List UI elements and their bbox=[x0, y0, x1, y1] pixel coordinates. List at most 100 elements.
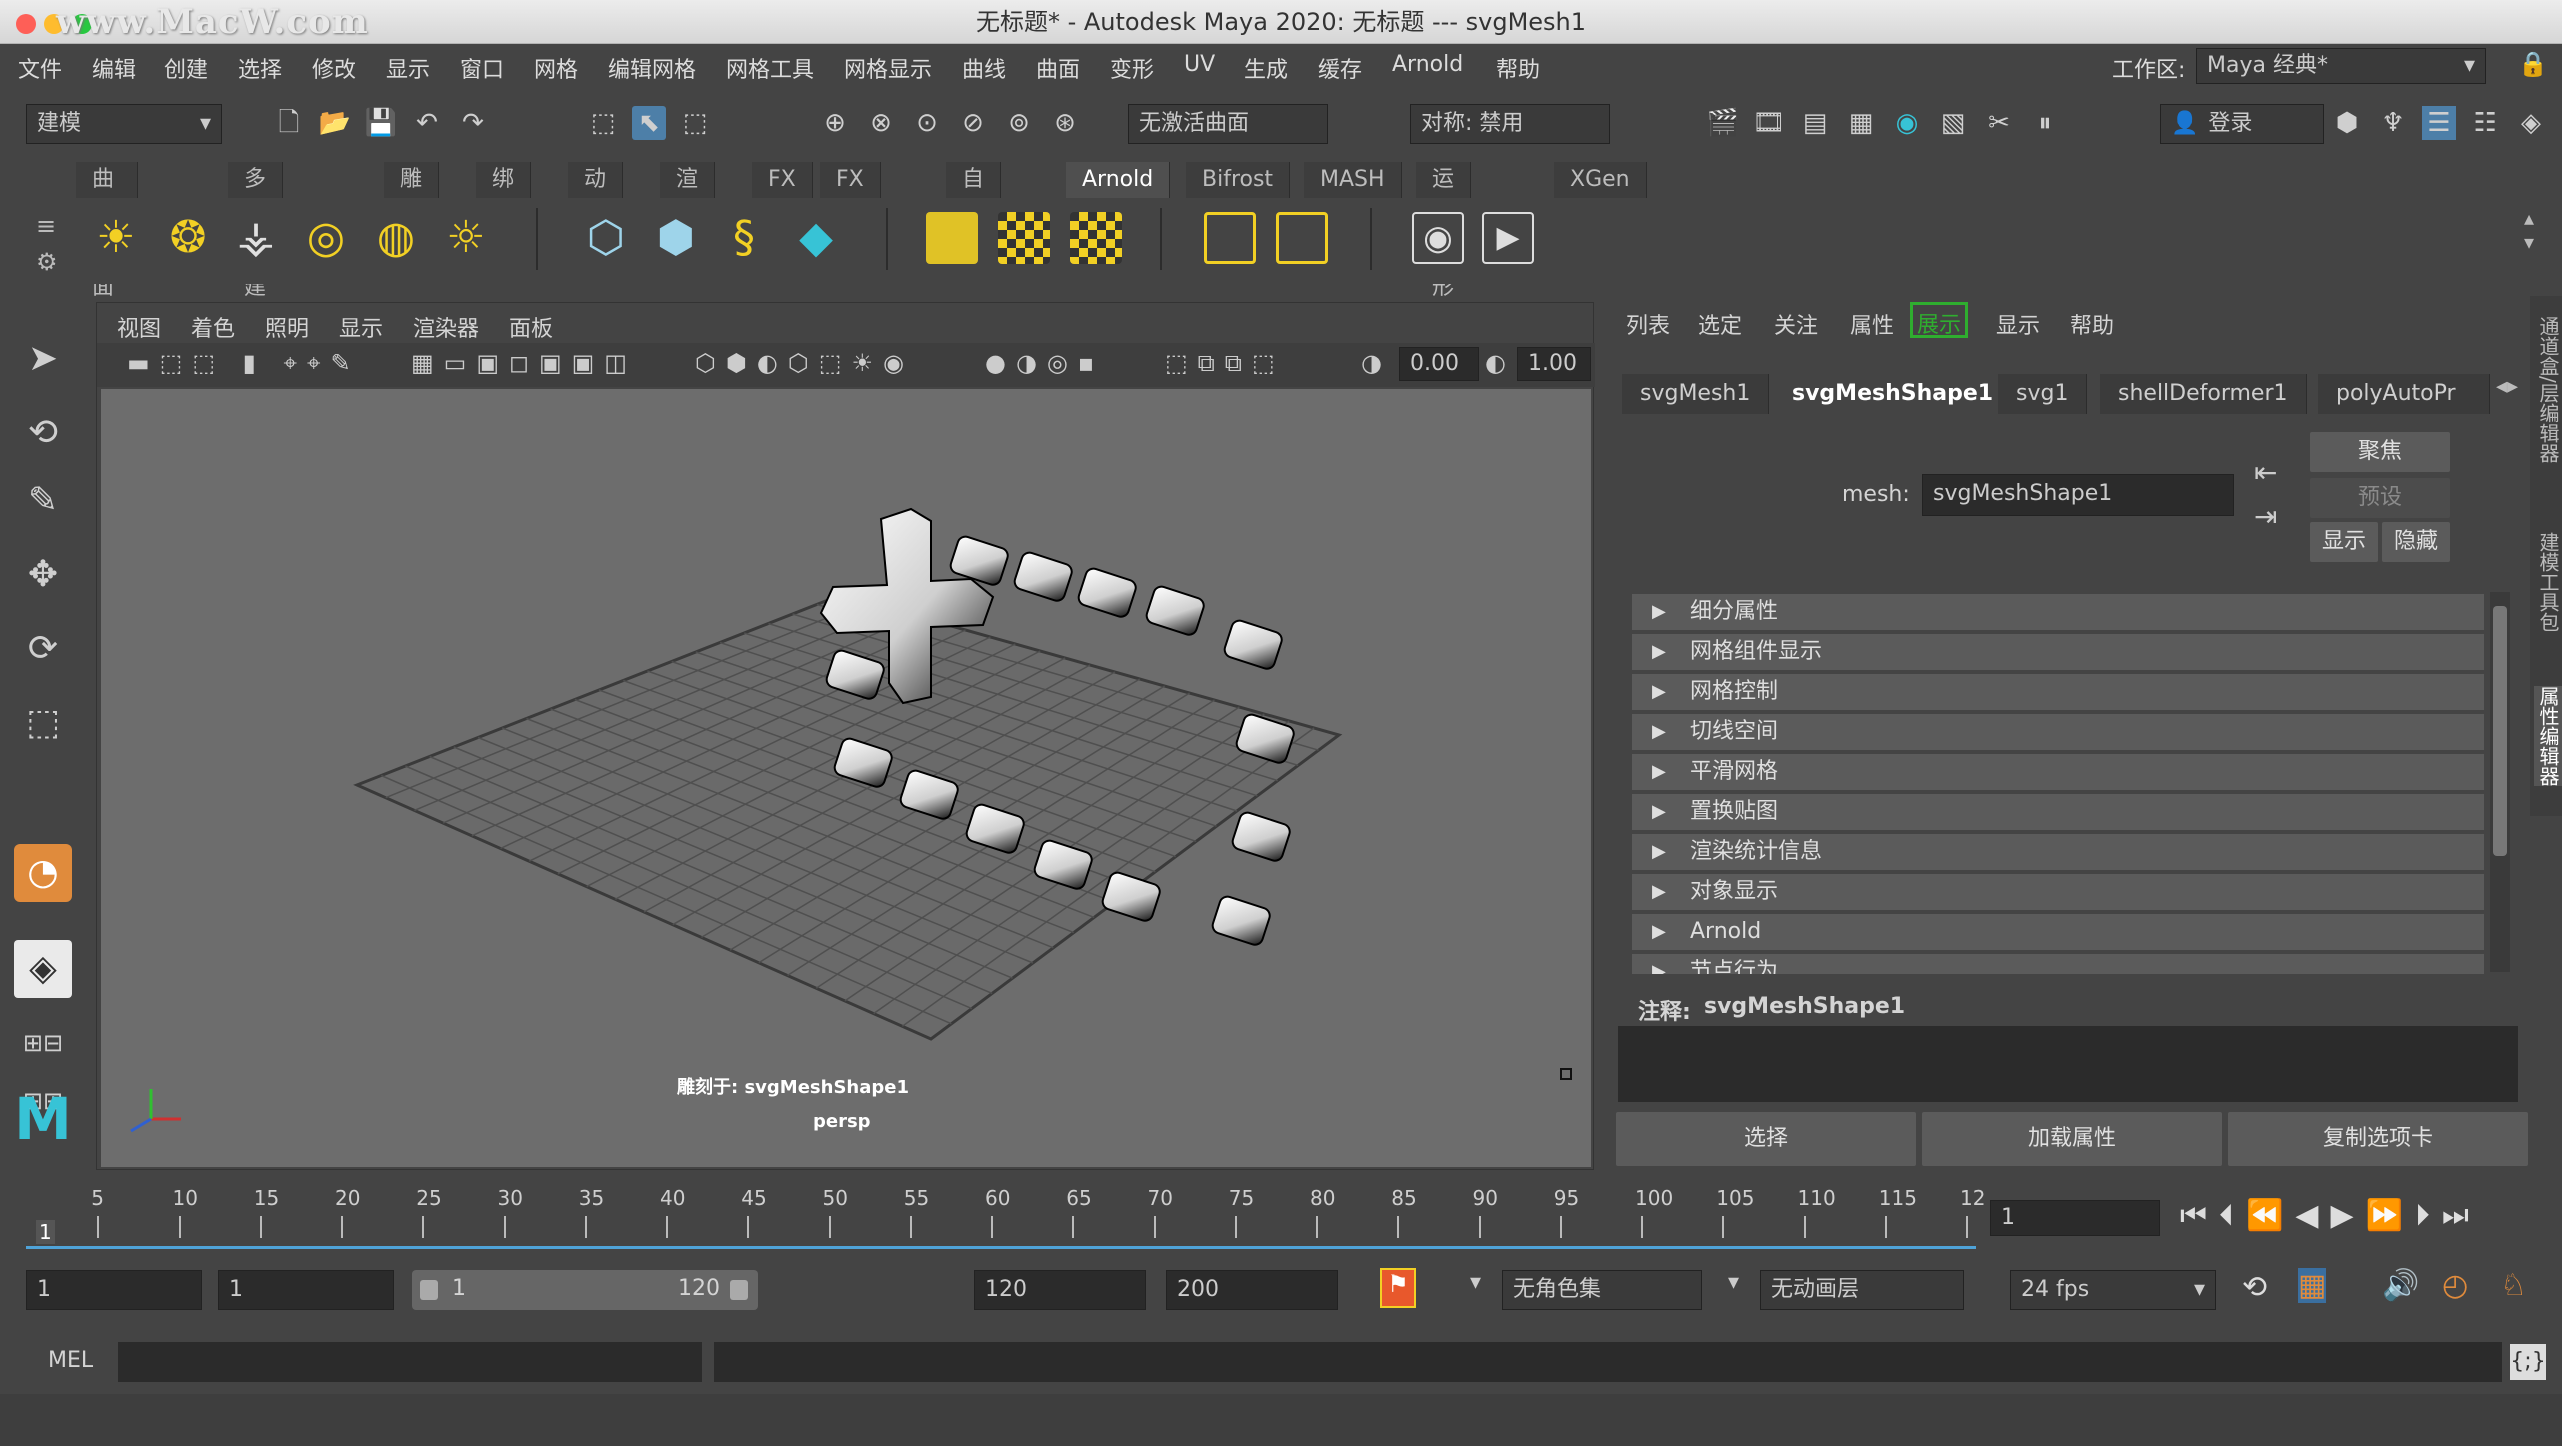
current-frame-marker[interactable]: 1 bbox=[36, 1220, 55, 1244]
shelf-tab-bifrost[interactable]: Bifrost bbox=[1186, 162, 1291, 198]
menu-mesh[interactable]: 网格 bbox=[534, 52, 578, 84]
render-settings-icon[interactable]: 🎬 bbox=[1706, 106, 1740, 140]
auto-key-icon[interactable]: ⚑ bbox=[1380, 1268, 1416, 1308]
shelf-tab-animation[interactable]: 动画 bbox=[568, 162, 624, 228]
close-window-button[interactable] bbox=[16, 14, 36, 34]
mesh-name-field[interactable]: svgMeshShape1 bbox=[1922, 474, 2234, 516]
range-handle-start[interactable] bbox=[420, 1280, 438, 1300]
new-scene-icon[interactable]: 🗋 bbox=[272, 106, 306, 140]
ae-tab-svg1[interactable]: svg1 bbox=[1998, 374, 2088, 414]
snap-curve-icon[interactable]: ⊗ bbox=[864, 106, 898, 140]
fps-select[interactable]: 24 fps ▾ bbox=[2010, 1270, 2216, 1310]
section-render-stats[interactable]: ▶ 渲染统计信息 bbox=[1632, 834, 2484, 870]
anim-layer-dropdown-icon[interactable]: ▾ bbox=[1728, 1270, 1739, 1295]
script-language-label[interactable]: MEL bbox=[48, 1348, 93, 1373]
shelf-tab-xgen[interactable]: XGen bbox=[1554, 162, 1647, 198]
pause-icon[interactable]: ⏸ bbox=[2028, 106, 2062, 140]
sound-icon[interactable]: 🔊 bbox=[2382, 1268, 2419, 1303]
ae-tab-svgmesh1[interactable]: svgMesh1 bbox=[1622, 374, 1770, 414]
channel-box-tab[interactable]: 通道盒/层编辑器 bbox=[2534, 316, 2562, 463]
snap-grid-icon[interactable]: ⊕ bbox=[818, 106, 852, 140]
vp-menu-panels[interactable]: 面板 bbox=[509, 311, 553, 343]
layout-grid-icon[interactable]: ⊞⊟ ⊞⊞ bbox=[14, 1014, 72, 1115]
loop-icon[interactable]: ⟲ bbox=[2242, 1270, 2267, 1305]
single-pane-layout-icon[interactable]: ◈ bbox=[14, 940, 72, 998]
vp-menu-view[interactable]: 视图 bbox=[117, 311, 161, 343]
range-handle-end[interactable] bbox=[730, 1280, 748, 1300]
workspace-select[interactable]: Maya 经典* ▾ bbox=[2196, 48, 2486, 84]
hypershade-icon[interactable]: ◉ bbox=[1890, 106, 1924, 140]
character-set-dropdown-icon[interactable]: ▾ bbox=[1470, 1270, 1481, 1295]
modeling-toolkit-tab[interactable]: 建模工具包 bbox=[2534, 532, 2562, 632]
select-hierarchy-icon[interactable]: ⬚ bbox=[586, 106, 620, 140]
menu-display[interactable]: 显示 bbox=[386, 52, 430, 84]
shelf-tab-arnold[interactable]: Arnold bbox=[1066, 162, 1171, 198]
step-back-icon[interactable]: ⏴ bbox=[2219, 1198, 2246, 1233]
section-subdivision[interactable]: ▶ 细分属性 bbox=[1632, 594, 2484, 630]
step-forward-icon[interactable]: ⏵ bbox=[2415, 1198, 2442, 1233]
render-sequence-icon[interactable]: ▧ bbox=[1936, 106, 1970, 140]
menu-arnold[interactable]: Arnold bbox=[1392, 52, 1463, 77]
gamma-field[interactable]: 1.00 bbox=[1517, 347, 1591, 381]
ae-menu-focus[interactable]: 关注 bbox=[1774, 308, 1818, 340]
channel-box-icon[interactable]: ◈ bbox=[2514, 106, 2548, 140]
prev-key-icon[interactable]: ⏪ bbox=[2246, 1198, 2295, 1233]
show-button[interactable]: 显示 bbox=[2310, 522, 2378, 562]
render-view-icon[interactable]: ▦ bbox=[1844, 106, 1878, 140]
paint-select-icon[interactable]: ✎ bbox=[14, 472, 72, 530]
shader-ball-icon[interactable] bbox=[1276, 212, 1328, 264]
command-input[interactable] bbox=[118, 1342, 702, 1382]
menu-window[interactable]: 窗口 bbox=[460, 52, 504, 84]
ae-tab-svgmeshshape1[interactable]: svgMeshShape1 bbox=[1774, 374, 2013, 414]
play-backward-icon[interactable]: ◀ bbox=[2295, 1198, 2330, 1233]
save-scene-icon[interactable]: 💾 bbox=[364, 106, 398, 140]
select-tool-icon[interactable]: ➤ bbox=[14, 330, 72, 388]
exposure-field[interactable]: 0.00 bbox=[1399, 347, 1479, 381]
undo-icon[interactable]: ↶ bbox=[410, 106, 444, 140]
render-view-shelf-icon[interactable] bbox=[926, 212, 978, 264]
ae-scroll-thumb[interactable] bbox=[2493, 606, 2507, 856]
shelf-gear-icon[interactable]: ⚙ bbox=[36, 248, 58, 276]
shelf-tab-motion-graphics[interactable]: 运动图形 bbox=[1416, 162, 1472, 300]
lasso-tool-icon[interactable]: ⟲ bbox=[14, 404, 72, 462]
select-button[interactable]: 选择 bbox=[1616, 1112, 1916, 1166]
section-component-display[interactable]: ▶ 网格组件显示 bbox=[1632, 634, 2484, 670]
select-object-icon[interactable]: ⬉ bbox=[632, 106, 666, 140]
character-set-field[interactable]: 无角色集 bbox=[1502, 1270, 1702, 1310]
menu-file[interactable]: 文件 bbox=[18, 52, 62, 84]
live-surface-field[interactable]: 无激活曲面 bbox=[1128, 104, 1328, 144]
menu-deform[interactable]: 变形 bbox=[1110, 52, 1154, 84]
rotate-tool-icon[interactable]: ⟳ bbox=[14, 620, 72, 678]
human-ik-icon[interactable]: ♆ bbox=[2376, 106, 2410, 140]
playblast-icon[interactable]: ✂ bbox=[1982, 106, 2016, 140]
playback-end-field[interactable]: 120 bbox=[974, 1270, 1146, 1310]
assign-shader-icon[interactable] bbox=[1204, 212, 1256, 264]
next-key-icon[interactable]: ⏩ bbox=[2366, 1198, 2415, 1233]
mesh-light-icon[interactable]: ❂ bbox=[162, 212, 214, 264]
ae-menu-attributes[interactable]: 属性 bbox=[1850, 308, 1894, 340]
shelf-tab-sculpt[interactable]: 雕刻 bbox=[384, 162, 440, 228]
tab-scroll-icon[interactable]: ◂▸ bbox=[2496, 374, 2518, 399]
animation-layer-field[interactable]: 无动画层 bbox=[1760, 1270, 1964, 1310]
flush-cache-icon[interactable] bbox=[1070, 212, 1122, 264]
grid-display-icon[interactable]: ▦▭▣◻▣▣◫ bbox=[411, 349, 637, 377]
animation-end-field[interactable]: 200 bbox=[1166, 1270, 1338, 1310]
shelf-tab-curves[interactable]: 曲线/曲面 bbox=[76, 162, 139, 300]
anim-prefs-icon[interactable]: ◴ bbox=[2442, 1268, 2468, 1303]
shelf-tab-rendering[interactable]: 渲染 bbox=[660, 162, 716, 228]
vp-menu-show[interactable]: 显示 bbox=[339, 311, 383, 343]
menu-set-select[interactable]: 建模 ▾ bbox=[26, 104, 222, 144]
isolate-select-icon[interactable]: ⬚⧉⧉⬚ bbox=[1165, 349, 1285, 377]
section-arnold[interactable]: ▶ Arnold bbox=[1632, 914, 2484, 950]
txmanager-icon[interactable] bbox=[998, 212, 1050, 264]
menu-surfaces[interactable]: 曲面 bbox=[1036, 52, 1080, 84]
snap-point-icon[interactable]: ⊙ bbox=[910, 106, 944, 140]
ipr-render-icon[interactable]: ▤ bbox=[1798, 106, 1832, 140]
tool-settings-icon[interactable]: ☷ bbox=[2468, 106, 2502, 140]
snap-view-icon[interactable]: ⊘ bbox=[956, 106, 990, 140]
time-slider[interactable]: 5 10 15 20 25 30 35 40 45 50 55 60 65 70 75 80 85 90 95 100… bbox=[0, 1178, 2562, 1254]
portal-light-icon[interactable]: ◍ bbox=[370, 212, 422, 264]
open-scene-icon[interactable]: 📂 bbox=[318, 106, 352, 140]
ae-tab-polyautoproj[interactable]: polyAutoPr bbox=[2318, 374, 2490, 414]
modeling-toolkit-icon[interactable]: ⬢ bbox=[2330, 106, 2364, 140]
